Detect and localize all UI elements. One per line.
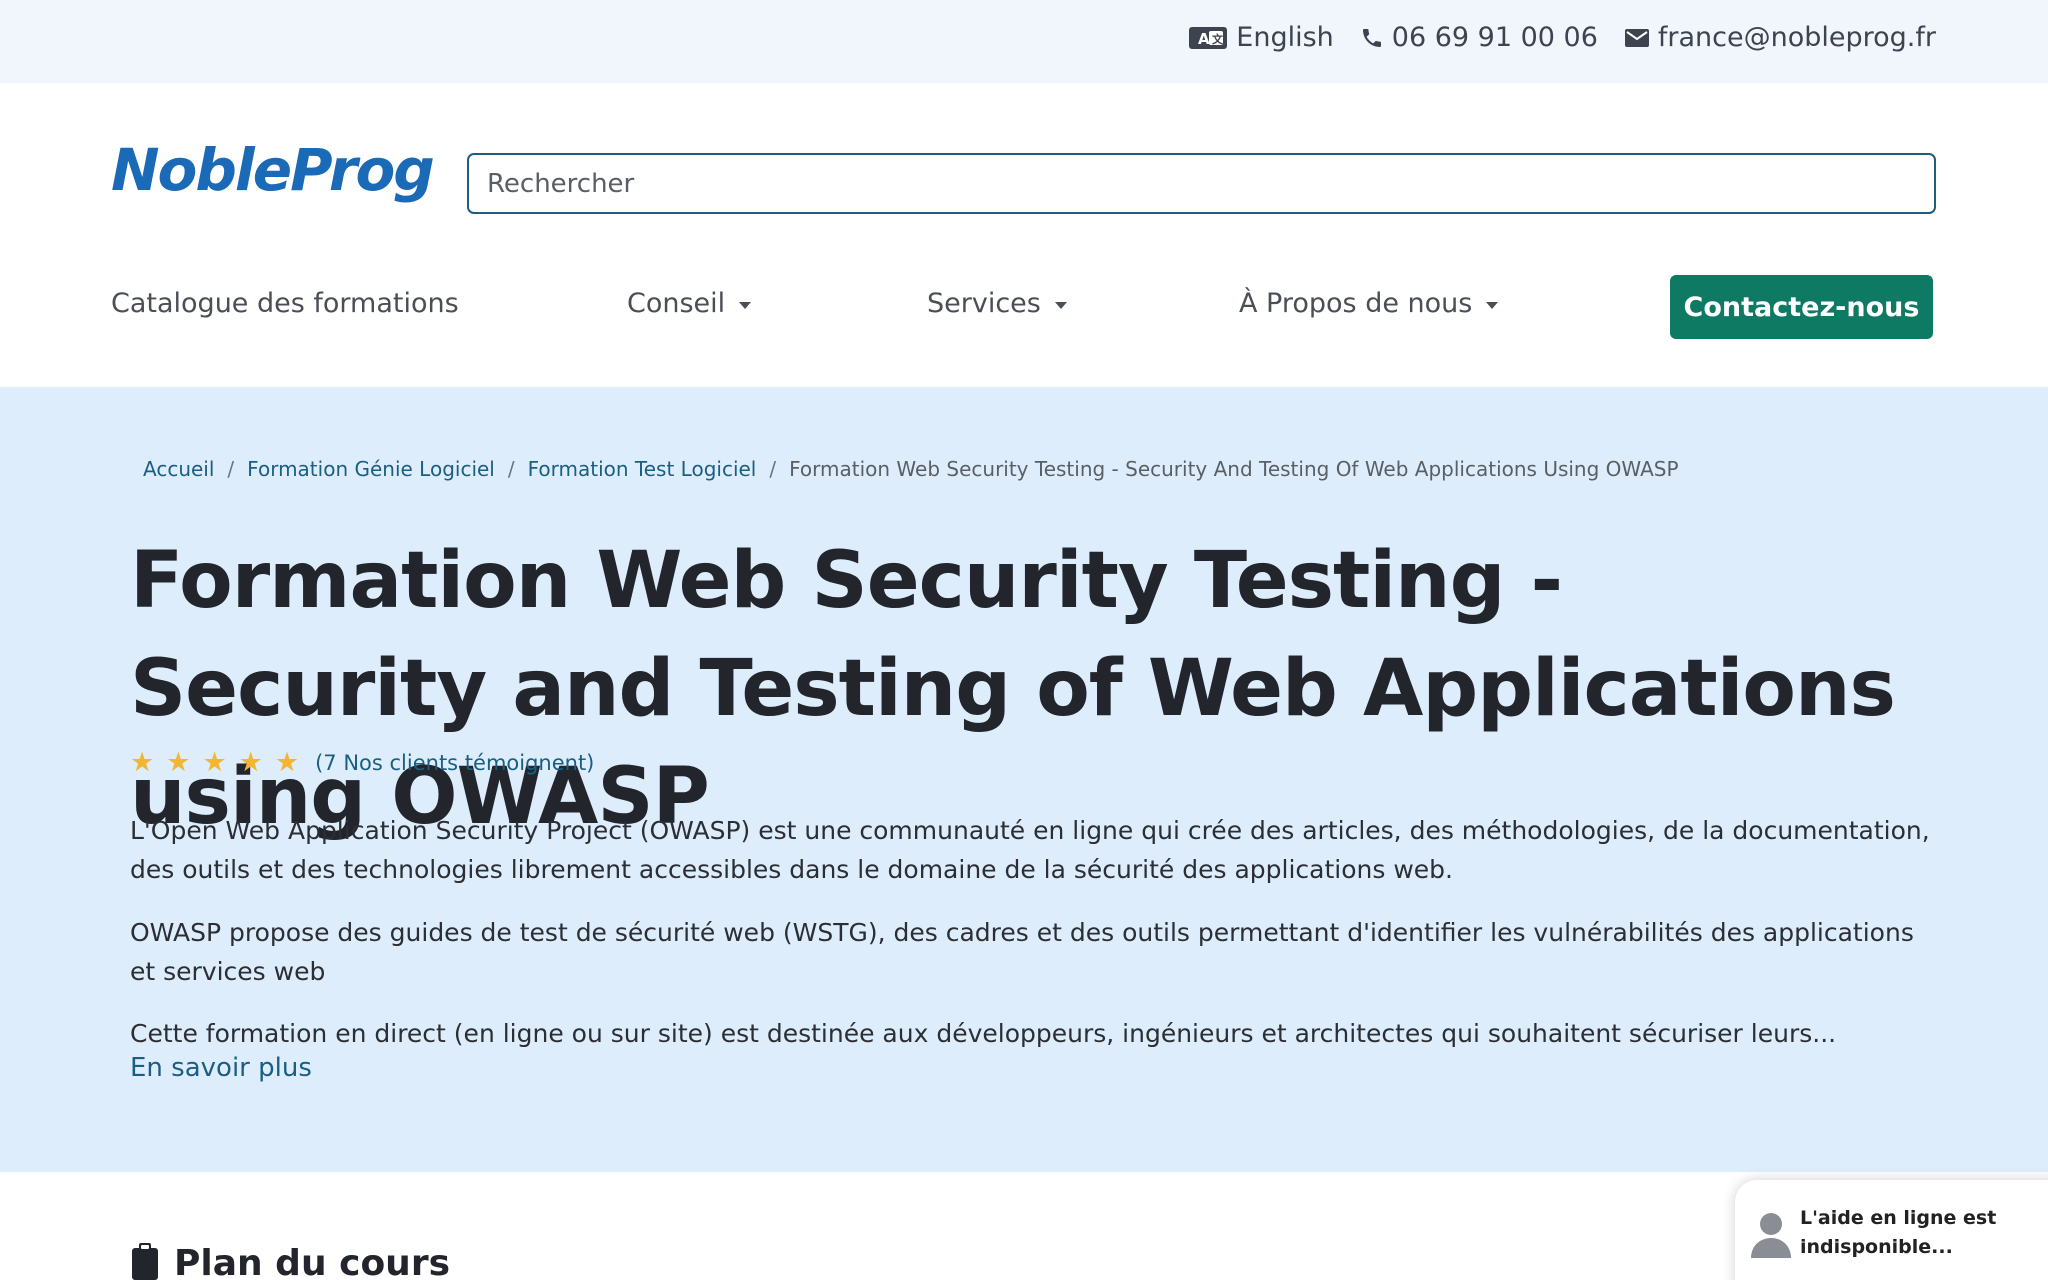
email-link[interactable]: france@nobleprog.fr: [1624, 22, 1936, 53]
user-avatar-icon: [1749, 1210, 1793, 1264]
star-icon: ★: [202, 747, 227, 778]
nav-item-label: Conseil: [627, 288, 726, 319]
testimonials-link[interactable]: (7 Nos clients témoignent): [315, 751, 594, 775]
breadcrumb-separator: /: [227, 457, 235, 481]
svg-text:A: A: [1198, 30, 1210, 48]
hero-section: Accueil / Formation Génie Logiciel / For…: [0, 387, 2048, 1172]
nobleprog-logo[interactable]: NobleProg: [111, 136, 435, 204]
top-bar: A 文 English 06 69 91 00 06 france@noblep…: [0, 0, 2048, 83]
caret-down-icon: [739, 302, 752, 309]
nav-item-catalogue[interactable]: Catalogue des formations: [111, 288, 459, 319]
contact-button[interactable]: Contactez-nous: [1670, 275, 1933, 339]
nav-item-services[interactable]: Services: [927, 288, 1067, 319]
read-more-link[interactable]: En savoir plus: [130, 1053, 312, 1083]
language-switcher[interactable]: A 文 English: [1188, 22, 1334, 53]
translate-icon: A 文: [1188, 25, 1228, 51]
caret-down-icon: [1054, 302, 1067, 309]
breadcrumb-separator: /: [769, 457, 777, 481]
caret-down-icon: [1486, 302, 1499, 309]
nav-item-a-propos[interactable]: À Propos de nous: [1239, 288, 1499, 319]
phone-link[interactable]: 06 69 91 00 06: [1360, 22, 1598, 53]
rating: ★ ★ ★ ★ ★ (7 Nos clients témoignent): [130, 749, 594, 776]
mail-icon: [1624, 27, 1650, 49]
course-plan-heading: Plan du cours: [130, 1242, 450, 1280]
live-chat-widget[interactable]: L'aide en ligne est indisponible...: [1735, 1180, 2048, 1280]
star-icon: ★: [274, 747, 300, 778]
nav-item-conseil[interactable]: Conseil: [627, 288, 752, 319]
svg-text:文: 文: [1212, 32, 1224, 46]
star-icon: ★: [166, 747, 191, 778]
phone-icon: [1360, 26, 1384, 50]
description-paragraph-1: L'Open Web Application Security Project …: [130, 816, 1930, 884]
clipboard-icon: [130, 1242, 160, 1280]
breadcrumb: Accueil / Formation Génie Logiciel / For…: [143, 457, 1679, 481]
course-plan-title: Plan du cours: [174, 1242, 450, 1280]
description-paragraph-2: OWASP propose des guides de test de sécu…: [130, 918, 1914, 986]
phone-number: 06 69 91 00 06: [1391, 22, 1598, 53]
language-label: English: [1236, 22, 1334, 53]
star-icon: ★: [130, 747, 155, 778]
star-icon: ★: [238, 747, 263, 778]
nav-item-label: À Propos de nous: [1239, 288, 1473, 319]
breadcrumb-separator: /: [507, 457, 515, 481]
description-paragraph-3: Cette formation en direct (en ligne ou s…: [130, 1019, 1837, 1048]
search-input[interactable]: [467, 153, 1936, 214]
breadcrumb-test-logiciel[interactable]: Formation Test Logiciel: [528, 457, 757, 481]
chat-status-text: L'aide en ligne est indisponible...: [1800, 1207, 1997, 1258]
nav-item-label: Catalogue des formations: [111, 288, 459, 319]
nav-item-label: Services: [927, 288, 1041, 319]
breadcrumb-genie-logiciel[interactable]: Formation Génie Logiciel: [247, 457, 495, 481]
page-title: Formation Web Security Testing - Securit…: [130, 536, 1896, 842]
star-rating: ★ ★ ★ ★ ★: [130, 749, 299, 776]
email-address: france@nobleprog.fr: [1657, 22, 1936, 53]
breadcrumb-current: Formation Web Security Testing - Securit…: [789, 457, 1679, 481]
breadcrumb-accueil[interactable]: Accueil: [143, 457, 214, 481]
